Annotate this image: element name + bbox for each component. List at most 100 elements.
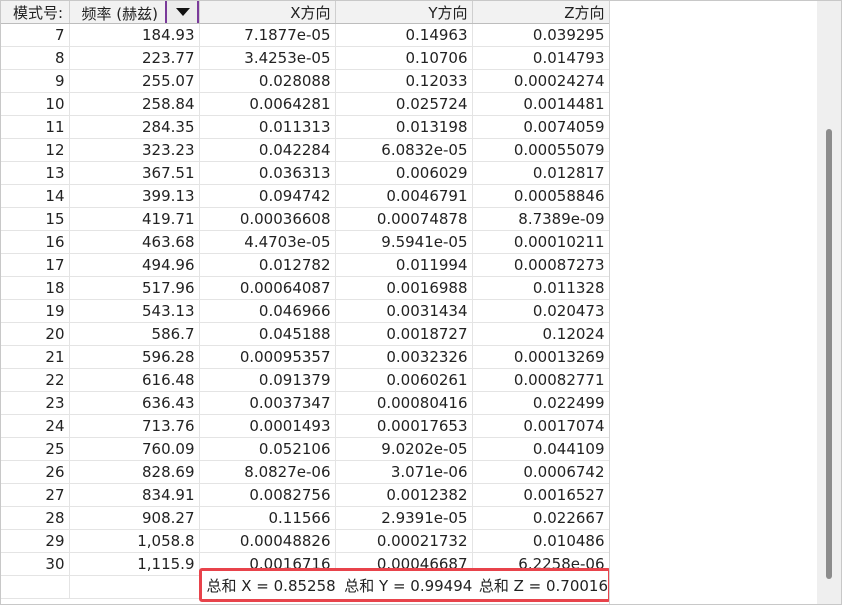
x-direction-cell: 0.091379 <box>199 368 336 392</box>
table-row[interactable]: 8 223.77 3.4253e-05 0.10706 0.014793 <box>1 46 609 70</box>
table-row[interactable]: 20 586.7 0.045188 0.0018727 0.12024 <box>1 322 609 346</box>
x-direction-cell: 0.011313 <box>199 115 336 139</box>
x-direction-cell: 0.0064281 <box>199 92 336 116</box>
scrollbar-thumb[interactable] <box>826 129 832 579</box>
mode-cell: 11 <box>1 115 70 139</box>
z-direction-cell: 0.00010211 <box>472 230 609 254</box>
x-direction-cell: 0.042284 <box>199 138 336 162</box>
table-row[interactable]: 15 419.71 0.00036608 0.00074878 8.7389e-09 <box>1 207 609 231</box>
header-row: 模式号: 频率 (赫兹) X方向 Y方向 Z方向 <box>1 1 609 24</box>
table-row[interactable]: 9 255.07 0.028088 0.12033 0.00024274 <box>1 69 609 93</box>
table-row[interactable]: 16 463.68 4.4703e-05 9.5941e-05 0.00010211 <box>1 230 609 254</box>
x-direction-cell: 4.4703e-05 <box>199 230 336 254</box>
frequency-cell: 184.93 <box>69 23 200 47</box>
frequency-cell: 616.48 <box>69 368 200 392</box>
mode-cell: 28 <box>1 506 70 530</box>
table-row[interactable]: 29 1,058.8 0.00048826 0.00021732 0.010486 <box>1 529 609 553</box>
frequency-cell: 834.91 <box>69 483 200 507</box>
x-direction-cell: 0.0082756 <box>199 483 336 507</box>
table-row[interactable]: 10 258.84 0.0064281 0.025724 0.0014481 <box>1 92 609 116</box>
column-header-z-direction[interactable]: Z方向 <box>472 1 609 24</box>
x-direction-cell: 0.045188 <box>199 322 336 346</box>
z-direction-cell: 0.0016527 <box>472 483 609 507</box>
frequency-cell: 255.07 <box>69 69 200 93</box>
table-row[interactable]: 22 616.48 0.091379 0.0060261 0.00082771 <box>1 368 609 392</box>
z-direction-cell: 0.020473 <box>472 299 609 323</box>
x-direction-cell: 0.00036608 <box>199 207 336 231</box>
z-direction-cell: 0.00013269 <box>472 345 609 369</box>
table-row[interactable]: 12 323.23 0.042284 6.0832e-05 0.00055079 <box>1 138 609 162</box>
y-direction-cell: 0.14963 <box>335 23 473 47</box>
z-direction-cell: 0.044109 <box>472 437 609 461</box>
column-header-frequency-label: 频率 (赫兹) <box>81 5 158 23</box>
mode-cell: 27 <box>1 483 70 507</box>
table-row[interactable]: 23 636.43 0.0037347 0.00080416 0.022499 <box>1 391 609 415</box>
x-direction-cell: 0.052106 <box>199 437 336 461</box>
x-direction-cell: 0.0001493 <box>199 414 336 438</box>
table-row[interactable]: 11 284.35 0.011313 0.013198 0.0074059 <box>1 115 609 139</box>
column-header-y-direction[interactable]: Y方向 <box>335 1 473 24</box>
y-direction-cell: 0.0016988 <box>335 276 473 300</box>
mode-cell: 9 <box>1 69 70 93</box>
vertical-scrollbar[interactable] <box>817 1 841 604</box>
z-direction-cell: 0.022667 <box>472 506 609 530</box>
x-direction-cell: 0.00048826 <box>199 529 336 553</box>
mode-cell: 26 <box>1 460 70 484</box>
y-direction-cell: 0.0012382 <box>335 483 473 507</box>
x-direction-cell: 7.1877e-05 <box>199 23 336 47</box>
frequency-cell: 419.71 <box>69 207 200 231</box>
sort-down-triangle-icon <box>175 8 190 16</box>
table-row[interactable]: 21 596.28 0.00095357 0.0032326 0.00013269 <box>1 345 609 369</box>
y-direction-cell: 0.0031434 <box>335 299 473 323</box>
column-header-x-direction[interactable]: X方向 <box>199 1 336 24</box>
table-row[interactable]: 25 760.09 0.052106 9.0202e-05 0.044109 <box>1 437 609 461</box>
mode-cell: 16 <box>1 230 70 254</box>
mode-cell: 25 <box>1 437 70 461</box>
z-direction-cell: 0.039295 <box>472 23 609 47</box>
empty-grid-area <box>609 1 818 604</box>
y-direction-cell: 0.00074878 <box>335 207 473 231</box>
y-direction-cell: 0.10706 <box>335 46 473 70</box>
z-direction-cell: 0.012817 <box>472 161 609 185</box>
modal-participation-window: 模式号: 频率 (赫兹) X方向 Y方向 Z方向 7 184.93 7.1877e-… <box>0 0 842 605</box>
x-direction-cell: 0.028088 <box>199 69 336 93</box>
direction-sum-highlight: 总和 X = 0.85258 总和 Y = 0.99494 总和 Z = 0.7… <box>199 568 611 602</box>
mode-cell: 18 <box>1 276 70 300</box>
summary-cell <box>69 575 200 599</box>
table-row[interactable]: 7 184.93 7.1877e-05 0.14963 0.039295 <box>1 23 609 47</box>
mode-cell: 17 <box>1 253 70 277</box>
x-direction-cell: 0.094742 <box>199 184 336 208</box>
table-row[interactable]: 13 367.51 0.036313 0.006029 0.012817 <box>1 161 609 185</box>
z-direction-cell: 0.00082771 <box>472 368 609 392</box>
y-direction-cell: 3.071e-06 <box>335 460 473 484</box>
table-row[interactable]: 27 834.91 0.0082756 0.0012382 0.0016527 <box>1 483 609 507</box>
table-row[interactable]: 28 908.27 0.11566 2.9391e-05 0.022667 <box>1 506 609 530</box>
table-row[interactable]: 24 713.76 0.0001493 0.00017653 0.0017074 <box>1 414 609 438</box>
frequency-cell: 223.77 <box>69 46 200 70</box>
sort-dropdown-button[interactable] <box>164 1 198 23</box>
frequency-cell: 463.68 <box>69 230 200 254</box>
column-header-mode[interactable]: 模式号: <box>1 1 70 24</box>
column-header-frequency[interactable]: 频率 (赫兹) <box>69 1 200 24</box>
frequency-cell: 517.96 <box>69 276 200 300</box>
z-direction-cell: 0.0074059 <box>472 115 609 139</box>
table-row[interactable]: 17 494.96 0.012782 0.011994 0.00087273 <box>1 253 609 277</box>
mode-cell: 21 <box>1 345 70 369</box>
table-row[interactable]: 14 399.13 0.094742 0.0046791 0.00058846 <box>1 184 609 208</box>
table-row[interactable]: 26 828.69 8.0827e-06 3.071e-06 0.0006742 <box>1 460 609 484</box>
sum-z-label: 总和 Z = 0.70016 <box>478 576 608 595</box>
mode-cell: 23 <box>1 391 70 415</box>
summary-cell <box>1 575 70 599</box>
frequency-cell: 908.27 <box>69 506 200 530</box>
frequency-cell: 760.09 <box>69 437 200 461</box>
mode-cell: 12 <box>1 138 70 162</box>
table-row[interactable]: 18 517.96 0.00064087 0.0016988 0.011328 <box>1 276 609 300</box>
z-direction-cell: 0.014793 <box>472 46 609 70</box>
mode-cell: 13 <box>1 161 70 185</box>
x-direction-cell: 0.046966 <box>199 299 336 323</box>
mode-cell: 7 <box>1 23 70 47</box>
x-direction-cell: 8.0827e-06 <box>199 460 336 484</box>
sum-y-label: 总和 Y = 0.99494 <box>344 576 473 595</box>
x-direction-cell: 0.00095357 <box>199 345 336 369</box>
table-row[interactable]: 19 543.13 0.046966 0.0031434 0.020473 <box>1 299 609 323</box>
